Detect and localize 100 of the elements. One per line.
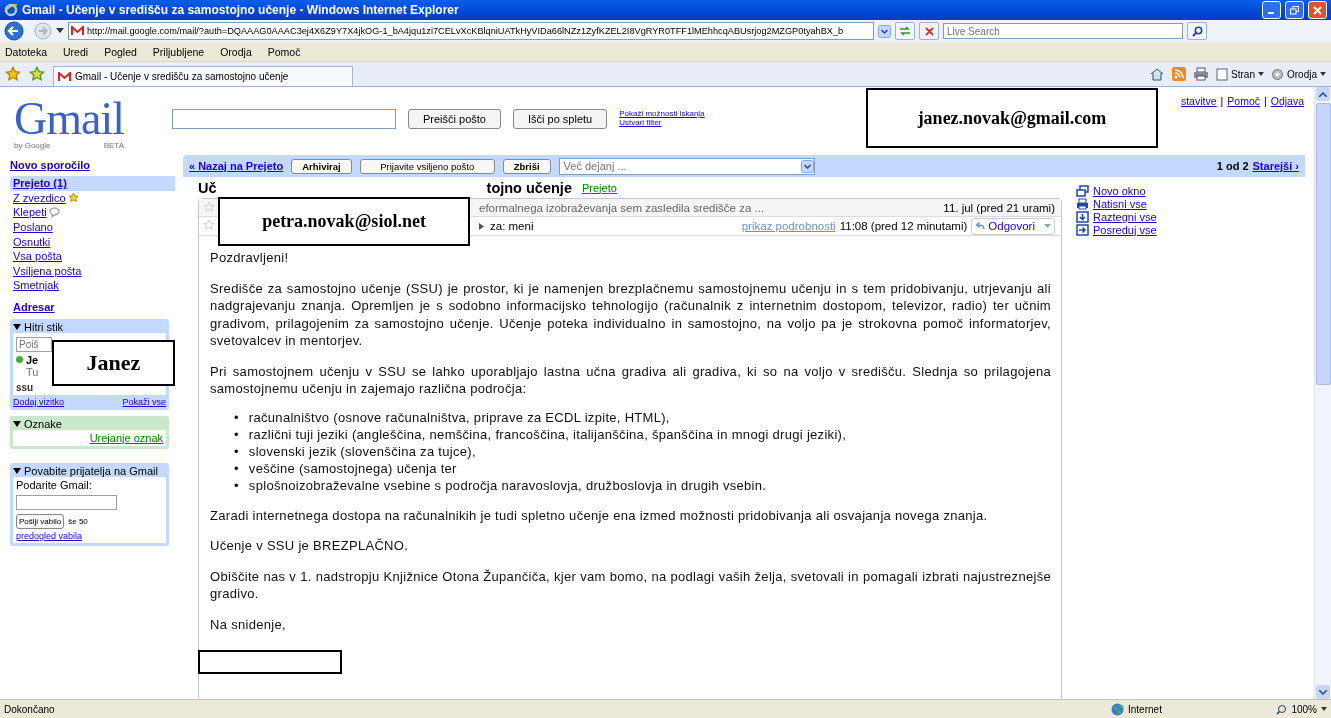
refresh-icon [899,26,911,36]
folder-link[interactable]: Z zvezdico [10,190,175,206]
invite-email-field[interactable] [16,494,117,510]
beta-label: BETA [103,141,124,150]
reply-button[interactable]: Odgovori [971,217,1055,235]
minimize-button[interactable] [1262,1,1281,19]
search-icon [1191,25,1203,37]
account-link[interactable]: Odjava [1270,95,1304,107]
conversation-action-link[interactable]: Posreduj vse [1076,224,1157,236]
dropdown-arrow-icon [1044,223,1051,229]
restore-icon [1290,5,1299,15]
contact-link[interactable]: Dodaj vizitko [13,396,65,407]
expand-arrow-icon[interactable] [479,222,484,230]
star-icon[interactable] [203,219,215,231]
dropdown-arrow-icon[interactable] [56,28,64,34]
logo-byline: by Google [14,141,51,150]
search-option-link[interactable]: Pokaži možnosti iskanja [619,109,705,118]
redaction-box: petra.novak@siol.net [218,197,470,246]
logo-wordmark: Gmail [14,97,125,141]
folder-link[interactable]: Vsiljena pošta [10,263,175,279]
folder-link[interactable]: Prejeto (1) [10,176,175,191]
search-field[interactable]: Live Search [943,23,1183,39]
list-item: slovenski jezik (slovenščina za tujce), [248,442,476,460]
folder-link[interactable]: Klepeti [10,205,175,220]
list-item: splošnoizobraževalne vsebine s področja naravoslovja, družboslovja in drugih vsebin. [248,476,767,494]
contacts-link[interactable]: Adresar [10,292,175,313]
account-link[interactable]: Pomoč [1227,95,1260,107]
menu-item[interactable]: Priljubljene [152,45,205,58]
dropdown-arrow-icon [1321,707,1327,711]
message-paragraph: Središče za samostojno učenje (SSU) je prostor, ki je namenjen brezplačnemu samostojnemu učenju in s tem pridobivanju, utrjevanju ali nadgrajevanju znanja. Opremljen je s sodobno informacijsko tehnologijo (računalnik z internetnim dostopom, televizor, radio) ter učnim gradivom, prilagojenim za samostojno učenje. Učenje poteka individualno in samostojno, na voljo pa je strokovna pomoč informatorjev, svetovalcev in mentorjev. [210,279,1051,350]
feed-icon[interactable] [1172,67,1187,81]
message-snippet[interactable]: eformalnega izobraževanja sem zasledila središče za ... [479,201,938,214]
collapse-triangle-icon[interactable] [13,467,21,475]
close-button[interactable] [1308,1,1327,19]
dropdown-arrow-icon [1320,72,1326,76]
command-button[interactable]: Orodja [1271,67,1326,81]
redaction-box: Janez [52,340,175,386]
stop-button[interactable] [919,22,939,40]
message-paragraph: Zaradi internetnega dostopa na računalnikih je tudi spletno učenje ena izmed možnosti pridobivanja ali osvajanja novega znanja. [210,506,989,524]
zoom-icon[interactable] [1276,703,1288,715]
panel-title: Oznake [24,417,62,430]
menu-item[interactable]: Pogled [104,45,137,58]
browser-tab[interactable]: Gmail - Učenje v središču za samostojno učenje [53,66,353,86]
window-title: Gmail - Učenje v središču za samostojno učenje - Windows Internet Explorer [22,3,460,17]
conversation-action-link[interactable]: Raztegni vse [1076,211,1157,223]
menu-item[interactable]: Datoteka [5,45,48,58]
search-option-link[interactable]: Ustvari filter [619,118,705,127]
older-link[interactable]: Starejši › [1252,160,1299,172]
more-actions-select[interactable]: Več dejanj ... [558,157,815,175]
star-icon[interactable] [203,200,215,213]
contact-name[interactable]: Je [26,353,39,366]
reply-arrow-icon [975,222,986,230]
toolbar-button[interactable]: Arhiviraj [291,158,352,174]
globe-icon [1111,702,1124,716]
stop-icon [924,26,934,36]
folder-link[interactable]: Poslano [10,219,175,235]
folder-link[interactable]: Vsa pošta [10,248,175,264]
contact-link[interactable]: Pokaži vse [122,396,166,407]
add-favorite-icon[interactable] [29,66,45,82]
address-dropdown-button[interactable] [878,24,891,38]
favorites-star-icon[interactable] [5,66,21,82]
collapse-triangle-icon[interactable] [13,420,21,428]
message-paragraph: Pozdravljeni! [210,249,290,267]
command-button[interactable]: Stran [1216,67,1264,81]
send-invite-button[interactable]: Pošlji vabilo [16,513,65,529]
close-icon [1313,5,1322,15]
restore-button[interactable] [1285,1,1304,19]
search-button[interactable] [1187,22,1207,40]
menu-item[interactable]: Orodja [220,45,252,58]
recipient-text: za: meni [490,220,534,232]
menu-item[interactable]: Pomoč [267,45,301,58]
contact-search-field[interactable]: Poiš [16,336,52,352]
address-field[interactable]: http://mail.google.com/mail/?auth=DQAAAG0AAAC3ej4X6Z9Y7X4jkOG-1_bA4jqu1zi7CELvXcKBlqniUATkHyVIDa66lNZz1ZyfKZEL2I8VgRYR0TFF1lMEhhcqABUsrjog2MZGP0tyahBX_b [68,22,874,40]
account-link[interactable]: stavitve [1180,95,1217,107]
zoom-level[interactable]: 100% [1291,703,1317,715]
search-button[interactable]: Preišči pošto [408,109,501,129]
folder-link[interactable]: Osnutki [10,234,175,249]
contact-status: Tu [25,365,39,378]
search-button[interactable]: Išči po spletu [513,109,608,129]
folder-link[interactable]: Smetnjak [10,278,175,293]
toolbar-button[interactable]: Prijavite vsiljeno pošto [359,158,495,174]
back-link[interactable]: « Nazaj na Prejeto [189,160,284,172]
scrollbar-thumb[interactable] [1315,103,1331,385]
toolbar-button[interactable]: Zbriši [502,158,551,174]
menu-item[interactable]: Uredi [63,45,89,58]
page-counter: 1 od 2 [1216,160,1249,172]
collapse-triangle-icon[interactable] [13,323,21,331]
mail-search-field[interactable] [172,109,396,129]
conversation-action-link[interactable]: Natisni vse [1076,198,1157,210]
home-icon[interactable] [1149,67,1166,81]
envelope-logo-icon [71,26,84,36]
message-paragraph: Obiščite nas v 1. nadstropju Knjižnice Otona Župančiča, kjer vam bomo, na podlagi vaših želja, svetovali in pomagali izbrati najustreznejše gradivo. [210,567,1051,603]
compose-link[interactable]: Novo sporočilo [10,155,175,176]
printer-icon [1076,198,1089,210]
conversation-action-link[interactable]: Novo okno [1076,185,1157,197]
label-link[interactable]: Prejeto [581,181,617,194]
printer-icon[interactable] [1193,67,1210,81]
separator: | [1264,95,1267,107]
invite-preview-link[interactable]: predogled vabila [16,530,163,541]
select-caret-icon[interactable] [800,159,814,173]
